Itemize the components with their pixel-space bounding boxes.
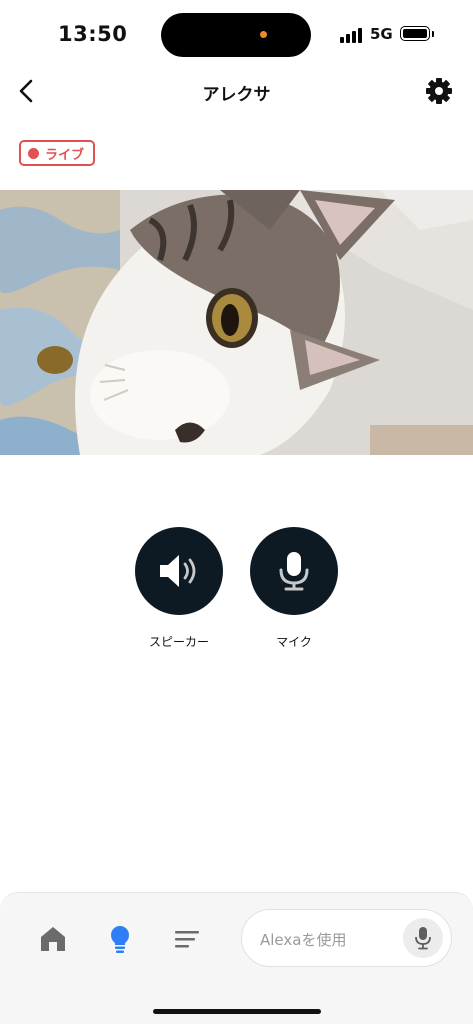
speaker-label: スピーカー	[148, 635, 209, 649]
camera-live-image	[0, 190, 473, 455]
alexa-mic-button[interactable]	[403, 918, 443, 958]
menu-icon[interactable]	[171, 923, 203, 955]
bottom-tab-bar: Alexaを使用	[0, 892, 473, 1024]
live-label: ライブ	[45, 147, 85, 163]
dynamic-island	[161, 13, 311, 57]
screen: 13:50 5G アレクサ ライブ スピーカー マイク Alexaを使用	[0, 0, 473, 1024]
status-bar: 13:50 5G	[0, 0, 473, 70]
signal-icon	[340, 27, 364, 43]
camera-live-feed[interactable]	[0, 190, 473, 455]
speaker-button[interactable]	[135, 527, 223, 615]
microphone-button[interactable]	[250, 527, 338, 615]
battery-icon	[400, 26, 430, 41]
nav-bar: アレクサ	[0, 70, 473, 115]
page-title: アレクサ	[202, 85, 271, 105]
status-time: 13:50	[58, 22, 128, 46]
live-badge: ライブ	[19, 140, 96, 166]
battery-tip	[432, 31, 434, 37]
microphone-icon	[415, 927, 431, 950]
home-icon[interactable]	[37, 923, 69, 955]
alexa-input-bar[interactable]: Alexaを使用	[241, 909, 452, 967]
network-label: 5G	[370, 25, 393, 43]
microphone-label: マイク	[276, 635, 312, 649]
microphone-icon	[279, 552, 309, 591]
microphone-control: マイク	[250, 527, 338, 650]
gear-icon[interactable]	[424, 76, 454, 106]
alexa-placeholder: Alexaを使用	[260, 931, 347, 949]
speaker-control: スピーカー	[135, 527, 223, 650]
home-indicator	[153, 1009, 321, 1014]
speaker-icon	[160, 555, 196, 587]
lightbulb-icon[interactable]	[104, 923, 136, 955]
live-dot-icon	[28, 147, 39, 159]
camera-in-use-indicator	[260, 31, 267, 38]
